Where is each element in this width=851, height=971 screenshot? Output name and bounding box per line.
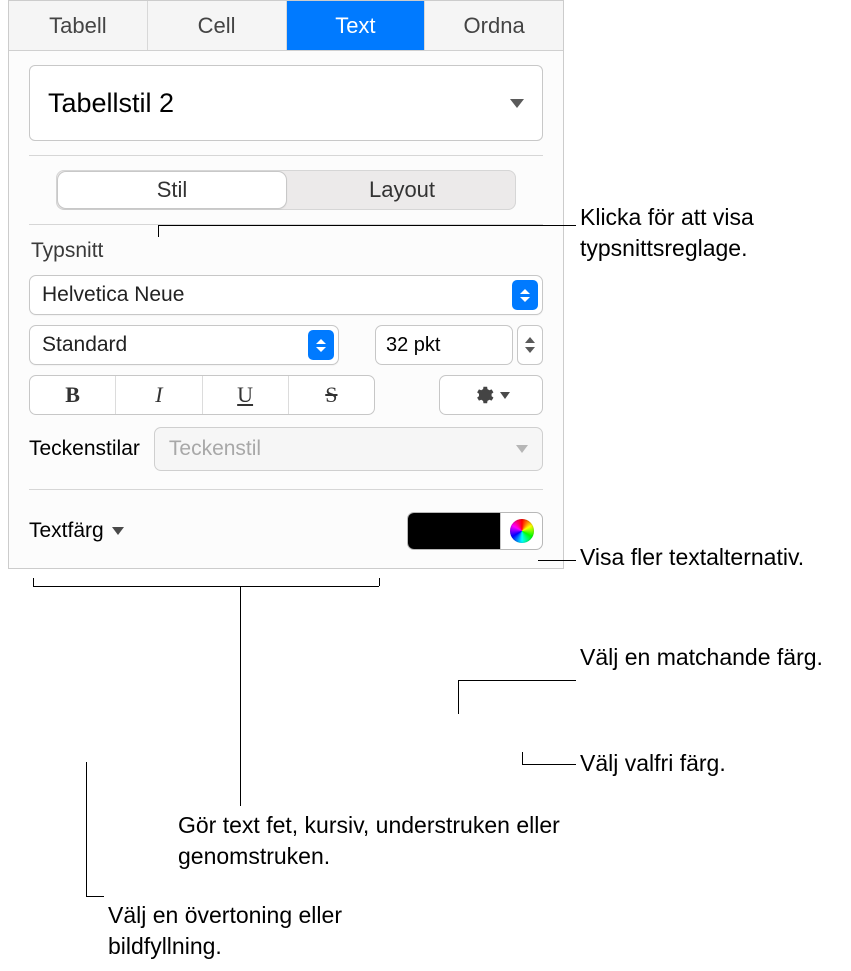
more-text-options-button[interactable] — [439, 375, 543, 415]
tab-text[interactable]: Text — [286, 1, 425, 50]
font-size-field[interactable]: 32 pkt — [375, 325, 513, 365]
chevron-down-icon — [516, 445, 528, 453]
callout-gradient: Välj en övertoning eller bildfyllning. — [108, 900, 408, 962]
character-style-placeholder: Teckenstil — [169, 437, 261, 461]
chevron-down-icon — [500, 392, 510, 399]
font-weight-value: Standard — [42, 333, 127, 357]
leader-line — [33, 586, 379, 587]
callout-font-controls: Klicka för att visa typsnittsreglage. — [580, 202, 830, 264]
chevron-up-icon — [525, 337, 535, 343]
strikethrough-button[interactable]: S — [288, 376, 374, 414]
inspector-panel: Tabell Cell Text Ordna Tabellstil 2 Stil… — [8, 0, 564, 569]
tab-tabell[interactable]: Tabell — [9, 1, 147, 50]
bold-button[interactable]: B — [30, 376, 115, 414]
divider — [29, 489, 543, 490]
tab-ordna[interactable]: Ordna — [424, 1, 563, 50]
leader-line — [458, 680, 459, 714]
leader-line — [522, 764, 576, 765]
leader-line — [33, 578, 34, 586]
callout-any-color: Välj valfri färg. — [580, 748, 830, 779]
character-styles-label: Teckenstilar — [29, 437, 140, 461]
callout-more-options: Visa fler textalternativ. — [580, 542, 830, 573]
font-family-value: Helvetica Neue — [42, 283, 184, 307]
color-wheel-button[interactable] — [500, 513, 542, 549]
subtab-stil[interactable]: Stil — [58, 172, 286, 208]
tab-cell[interactable]: Cell — [147, 1, 286, 50]
text-color-controls — [407, 512, 543, 550]
font-weight-popup[interactable]: Standard — [29, 325, 339, 365]
leader-line — [158, 225, 576, 226]
updown-icon — [308, 330, 334, 360]
color-swatch[interactable] — [408, 513, 500, 549]
style-layout-segmented: Stil Layout — [56, 170, 516, 210]
leader-line — [158, 225, 159, 237]
font-family-popup[interactable]: Helvetica Neue — [29, 275, 543, 315]
subtab-layout[interactable]: Layout — [288, 170, 516, 210]
chevron-down-icon — [525, 347, 535, 353]
leader-line — [86, 896, 104, 897]
leader-line — [240, 586, 241, 806]
leader-line — [86, 762, 87, 896]
underline-button[interactable]: U — [202, 376, 288, 414]
updown-icon — [512, 280, 538, 310]
gear-icon — [472, 384, 494, 406]
italic-button[interactable]: I — [115, 376, 201, 414]
divider — [29, 155, 543, 156]
character-style-popup[interactable]: Teckenstil — [154, 427, 543, 471]
paragraph-style-dropdown[interactable]: Tabellstil 2 — [29, 65, 543, 141]
text-color-popup[interactable]: Textfärg — [29, 519, 124, 543]
callout-match-color: Välj en matchande färg. — [580, 642, 830, 673]
leader-line — [538, 560, 576, 561]
leader-line — [522, 752, 523, 764]
leader-line — [379, 578, 380, 586]
text-color-label: Textfärg — [29, 519, 104, 543]
font-section-label: Typsnitt — [31, 239, 543, 263]
color-wheel-icon — [510, 519, 534, 543]
chevron-down-icon — [510, 99, 524, 108]
chevron-down-icon — [112, 527, 124, 535]
inspector-tabs: Tabell Cell Text Ordna — [9, 1, 563, 51]
font-size-stepper[interactable] — [517, 325, 543, 365]
leader-line — [458, 680, 576, 681]
font-size-value: 32 pkt — [386, 334, 440, 357]
paragraph-style-value: Tabellstil 2 — [48, 88, 174, 119]
text-style-segmented: B I U S — [29, 375, 375, 415]
callout-bius: Gör text fet, kursiv, understruken eller… — [178, 810, 578, 872]
